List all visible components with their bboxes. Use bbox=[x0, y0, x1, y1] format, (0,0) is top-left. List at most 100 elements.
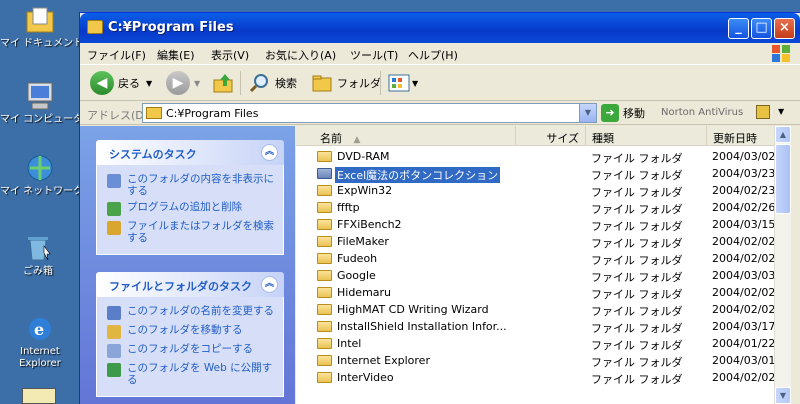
file-row[interactable]: Intel ファイル フォルダ 2004/01/22 2 bbox=[296, 335, 774, 352]
back-dropdown-icon[interactable]: ▼ bbox=[146, 79, 152, 88]
desktop-icon-my-documents[interactable]: マイ ドキュメント bbox=[0, 4, 83, 50]
forward-dropdown-icon[interactable]: ▼ bbox=[194, 79, 200, 88]
folder-icon bbox=[146, 107, 162, 119]
svg-text:e: e bbox=[34, 320, 44, 339]
file-date: 2004/03/23 2 bbox=[712, 167, 774, 180]
file-row[interactable]: InterVideo ファイル フォルダ 2004/02/02 1 bbox=[296, 369, 774, 386]
task-link[interactable]: このフォルダの内容を非表示にする bbox=[107, 173, 277, 197]
desktop-icon-recycle-bin[interactable]: ごみ箱 bbox=[0, 232, 78, 278]
folder-icon bbox=[317, 270, 332, 281]
system-tasks-list: このフォルダの内容を非表示にするプログラムの追加と削除ファイルまたはフォルダを検… bbox=[96, 165, 284, 255]
file-row[interactable]: ExpWin32 ファイル フォルダ 2004/02/23 1 bbox=[296, 182, 774, 199]
desktop-icon-internet-explorer[interactable]: e Internet Explorer bbox=[0, 312, 80, 370]
file-row[interactable]: FFXiBench2 ファイル フォルダ 2004/03/15 1 bbox=[296, 216, 774, 233]
menu-favorites[interactable]: お気に入り(A) bbox=[265, 47, 336, 63]
system-tasks-header[interactable]: システムのタスク ︽ bbox=[96, 140, 284, 165]
column-size[interactable]: サイズ bbox=[516, 126, 586, 146]
address-label: アドレス(D) bbox=[87, 109, 149, 122]
scroll-thumb[interactable] bbox=[775, 144, 791, 214]
task-label: ファイルまたはフォルダを検索する bbox=[127, 220, 274, 244]
toolbar-separator bbox=[240, 71, 241, 95]
go-label: 移動 bbox=[623, 107, 645, 120]
menu-file[interactable]: ファイル(F) bbox=[87, 47, 146, 63]
task-link[interactable]: このフォルダを移動する bbox=[107, 324, 277, 339]
file-row[interactable]: Google ファイル フォルダ 2004/03/03 1 bbox=[296, 267, 774, 284]
my-computer-icon bbox=[24, 80, 56, 112]
file-name: InstallShield Installation Infor... bbox=[337, 320, 507, 333]
views-button[interactable]: ▼ bbox=[388, 69, 418, 97]
file-tasks-panel: ファイルとフォルダのタスク ︽ このフォルダの名前を変更する このフォルダを移動す… bbox=[96, 272, 284, 397]
calendar-icon[interactable] bbox=[22, 388, 56, 404]
norton-dropdown-icon[interactable]: ▼ bbox=[778, 107, 784, 116]
task-link[interactable]: このフォルダをコピーする bbox=[107, 343, 277, 358]
file-row[interactable]: DVD-RAM ファイル フォルダ 2004/03/02 1 bbox=[296, 148, 774, 165]
file-row[interactable]: Hidemaru ファイル フォルダ 2004/02/02 1 bbox=[296, 284, 774, 301]
file-date: 2004/02/26 1 bbox=[712, 201, 774, 214]
file-tasks-header[interactable]: ファイルとフォルダのタスク ︽ bbox=[96, 272, 284, 297]
menu-tools[interactable]: ツール(T) bbox=[350, 47, 398, 63]
task-link[interactable]: プログラムの追加と削除 bbox=[107, 201, 277, 216]
task-link[interactable]: ファイルまたはフォルダを検索する bbox=[107, 220, 277, 244]
norton-icon[interactable] bbox=[756, 105, 770, 119]
file-type: ファイル フォルダ bbox=[591, 254, 683, 267]
collapse-chevron-icon[interactable]: ︽ bbox=[261, 144, 278, 161]
menu-help[interactable]: ヘルプ(H) bbox=[408, 47, 458, 63]
column-name[interactable]: 名前 ▲ bbox=[296, 126, 516, 146]
file-date: 2004/03/17 1 bbox=[712, 320, 774, 333]
task-link[interactable]: このフォルダを Web に公開する bbox=[107, 362, 277, 386]
folder-icon bbox=[317, 372, 332, 383]
back-label: 戻る bbox=[118, 77, 140, 90]
internet-explorer-icon: e bbox=[24, 312, 56, 344]
views-dropdown-icon: ▼ bbox=[412, 78, 419, 88]
file-date: 2004/02/02 1 bbox=[712, 286, 774, 299]
desktop-icon-label: マイ コンピュータ bbox=[0, 114, 84, 125]
minimize-button[interactable]: _ bbox=[728, 18, 749, 39]
file-date: 2004/03/03 1 bbox=[712, 269, 774, 282]
file-name: Google bbox=[337, 269, 376, 282]
file-tasks-title: ファイルとフォルダのタスク bbox=[109, 280, 252, 293]
scroll-up-button[interactable]: ▲ bbox=[775, 126, 791, 143]
file-row[interactable]: HighMAT CD Writing Wizard ファイル フォルダ 2004/0… bbox=[296, 301, 774, 318]
folder-icon bbox=[317, 355, 332, 366]
desktop-icon-label: マイ ネットワーク bbox=[0, 186, 84, 197]
go-button[interactable]: ➜ 移動 bbox=[601, 104, 645, 122]
file-name: Internet Explorer bbox=[337, 354, 430, 367]
vertical-scrollbar[interactable]: ▲ ▼ bbox=[774, 126, 791, 404]
address-input[interactable]: C:¥Program Files ▼ bbox=[142, 103, 597, 123]
column-type[interactable]: 種類 bbox=[586, 126, 707, 146]
file-row[interactable]: Internet Explorer ファイル フォルダ 2004/03/01 1 bbox=[296, 352, 774, 369]
desktop-icon-my-computer[interactable]: マイ コンピュータ bbox=[0, 80, 84, 126]
file-row[interactable]: Excel魔法のボタンコレクション ファイル フォルダ 2004/03/23 2 bbox=[296, 165, 774, 183]
folder-icon bbox=[317, 168, 332, 179]
task-label: このフォルダを Web に公開する bbox=[127, 362, 273, 386]
task-link[interactable]: このフォルダの名前を変更する bbox=[107, 305, 277, 320]
my-documents-icon bbox=[24, 4, 56, 36]
file-row[interactable]: InstallShield Installation Infor... ファイル … bbox=[296, 318, 774, 335]
scroll-down-button[interactable]: ▼ bbox=[775, 387, 791, 404]
address-dropdown-button[interactable]: ▼ bbox=[579, 104, 596, 122]
desktop-icon-my-network[interactable]: マイ ネットワーク bbox=[0, 152, 84, 198]
close-button[interactable]: × bbox=[774, 18, 795, 39]
norton-antivirus-label[interactable]: Norton AntiVirus bbox=[661, 107, 743, 118]
maximize-button[interactable]: □ bbox=[751, 18, 772, 39]
folder-icon bbox=[87, 20, 103, 34]
column-date[interactable]: 更新日時 bbox=[707, 126, 774, 146]
folder-icon bbox=[317, 202, 332, 213]
file-row[interactable]: ffftp ファイル フォルダ 2004/02/26 1 bbox=[296, 199, 774, 216]
task-icon bbox=[107, 221, 121, 235]
search-button[interactable]: 検索 bbox=[248, 69, 297, 97]
file-name: DVD-RAM bbox=[337, 150, 390, 163]
menu-edit[interactable]: 編集(E) bbox=[157, 47, 195, 63]
folders-button[interactable]: フォルダ bbox=[310, 69, 381, 97]
file-row[interactable]: Fudeoh ファイル フォルダ 2004/02/02 1 bbox=[296, 250, 774, 267]
title-bar[interactable]: C:¥Program Files _ □ × bbox=[80, 13, 800, 43]
back-arrow-icon: ◀ bbox=[90, 71, 114, 95]
up-button[interactable] bbox=[212, 69, 236, 97]
folder-icon bbox=[317, 151, 332, 162]
file-name: Fudeoh bbox=[337, 252, 378, 265]
collapse-chevron-icon[interactable]: ︽ bbox=[261, 276, 278, 293]
back-button[interactable]: ◀ 戻る ▼ bbox=[90, 69, 152, 97]
forward-button[interactable]: ▶ ▼ bbox=[166, 69, 200, 97]
file-row[interactable]: FileMaker ファイル フォルダ 2004/02/02 1 bbox=[296, 233, 774, 250]
menu-view[interactable]: 表示(V) bbox=[211, 47, 249, 63]
